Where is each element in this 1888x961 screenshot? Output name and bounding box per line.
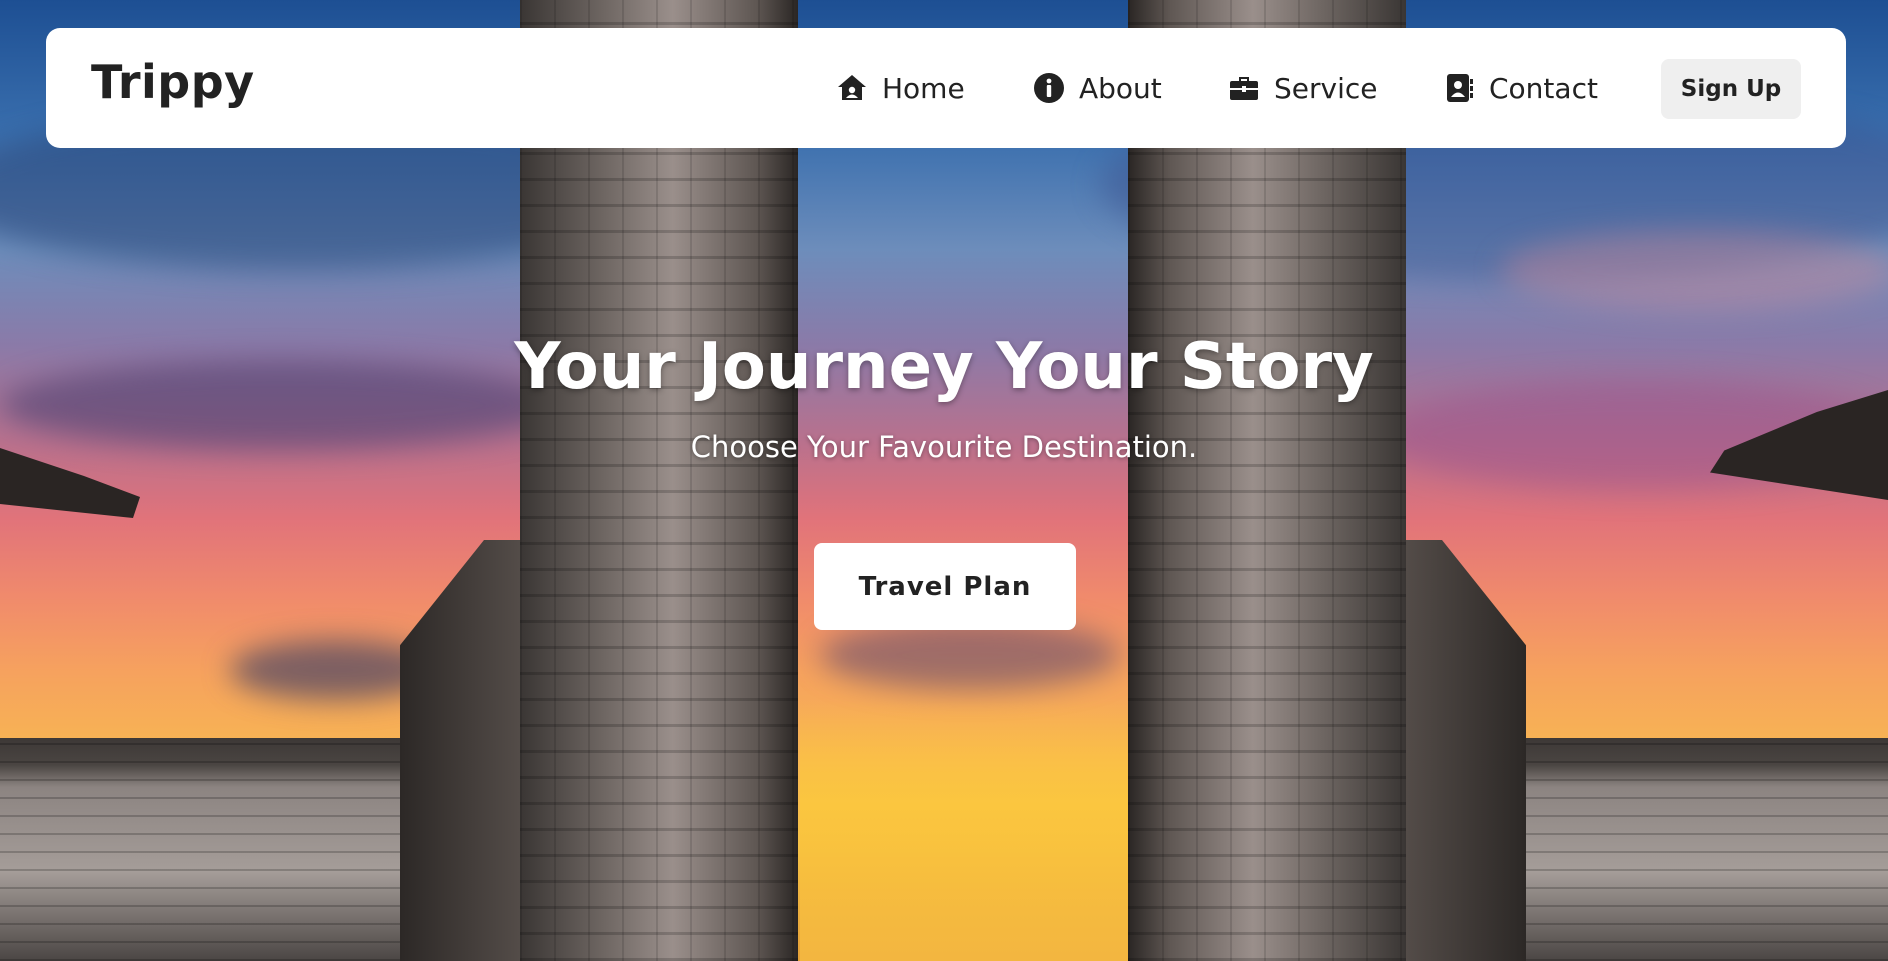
hero-title: Your Journey Your Story — [514, 330, 1374, 404]
address-book-icon — [1443, 72, 1475, 104]
briefcase-icon — [1228, 72, 1260, 104]
nav-item-service[interactable]: Service — [1228, 68, 1377, 108]
travel-plan-button[interactable]: Travel Plan — [814, 543, 1076, 630]
nav-item-label: Contact — [1489, 71, 1598, 105]
temple-wall-right — [1486, 738, 1888, 961]
nav-item-label: Service — [1274, 71, 1378, 105]
navbar: Trippy Home About Service Contact Sign U… — [46, 28, 1846, 148]
sunset-glow — [800, 700, 1128, 961]
nav-item-contact[interactable]: Contact — [1443, 68, 1598, 108]
cloud — [820, 620, 1120, 690]
gate-wing-right — [1386, 540, 1526, 961]
info-icon — [1033, 72, 1065, 104]
nav-item-about[interactable]: About — [1033, 68, 1162, 108]
nav-links: Home About Service Contact Sign Up — [46, 28, 1846, 148]
signup-button[interactable]: Sign Up — [1661, 59, 1801, 119]
hero-subtitle: Choose Your Favourite Destination. — [690, 430, 1198, 464]
hero-text: Your Journey Your Story Choose Your Favo… — [0, 330, 1888, 464]
temple-wall-left — [0, 738, 440, 961]
nav-item-label: Home — [882, 71, 965, 105]
home-icon — [836, 72, 868, 104]
nav-item-label: About — [1079, 71, 1162, 105]
cloud — [1500, 230, 1888, 310]
nav-item-home[interactable]: Home — [836, 68, 965, 108]
gate-wing-left — [400, 540, 540, 961]
